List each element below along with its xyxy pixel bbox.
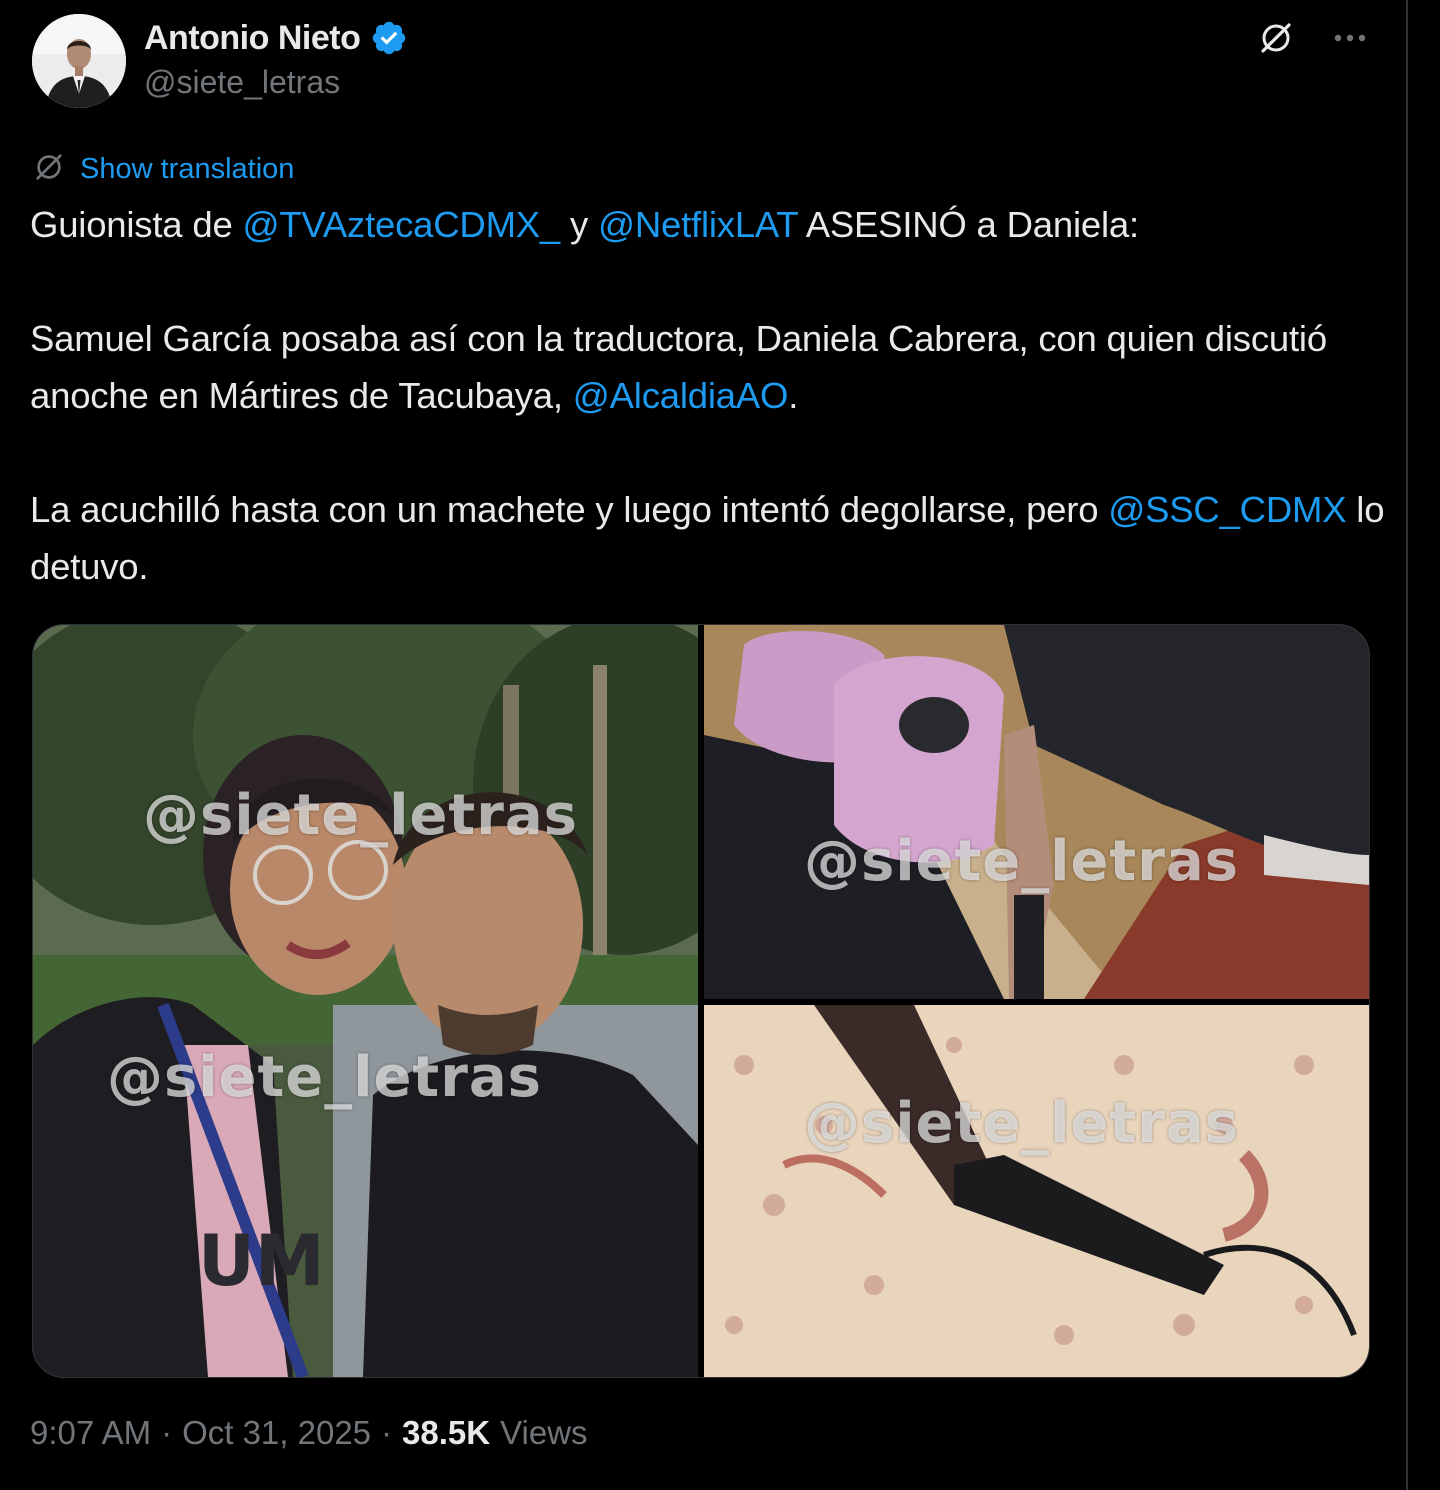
tweet-meta: 9:07 AM · Oct 31, 2025 · 38.5K Views: [30, 1414, 588, 1452]
media-photo-knife-slippers[interactable]: @siete_letras: [704, 625, 1369, 999]
tweet-text-span: Guionista de: [30, 204, 243, 245]
media-photo-couple[interactable]: UM @siete_letras @siete_letras: [33, 625, 698, 1377]
views-label: Views: [500, 1414, 588, 1451]
svg-text:UM: UM: [198, 1220, 325, 1302]
grok-icon[interactable]: [1256, 18, 1296, 63]
mention-link[interactable]: @TVAztecaCDMX_: [242, 204, 560, 245]
avatar[interactable]: [32, 14, 126, 108]
views-count: 38.5K: [402, 1414, 491, 1451]
watermark-text: @siete_letras: [107, 1045, 542, 1110]
media-photo-machete[interactable]: @siete_letras: [704, 1005, 1369, 1377]
tweet-actions-top: [1256, 18, 1370, 63]
tweet-date[interactable]: Oct 31, 2025: [182, 1414, 371, 1452]
author-handle[interactable]: @siete_letras: [144, 64, 340, 101]
verified-badge-icon[interactable]: [370, 19, 408, 57]
media-grid: UM @siete_letras @siete_letras @siete_le…: [32, 624, 1370, 1378]
tweet-text-span: La acuchilló hasta con un machete y lueg…: [30, 489, 1109, 530]
more-icon[interactable]: [1330, 18, 1370, 63]
meta-separator: ·: [381, 1414, 393, 1451]
watermark-text: @siete_letras: [804, 1091, 1239, 1156]
tweet-text-span: y: [560, 204, 598, 245]
mention-link[interactable]: @SSC_CDMX: [1108, 489, 1346, 530]
watermark-text: @siete_letras: [804, 829, 1239, 894]
tweet-paragraph: Samuel García posaba así con la traducto…: [30, 310, 1390, 424]
tweet-text: Guionista de @TVAztecaCDMX_ y @NetflixLA…: [30, 196, 1390, 595]
tweet-paragraph: La acuchilló hasta con un machete y lueg…: [30, 481, 1390, 595]
author-name-row[interactable]: Antonio Nieto: [144, 16, 408, 60]
tweet-paragraph: Guionista de @TVAztecaCDMX_ y @NetflixLA…: [30, 196, 1390, 253]
tweet-text-span: .: [788, 375, 799, 416]
mention-link[interactable]: @NetflixLAT: [598, 204, 798, 245]
meta-separator: ·: [161, 1414, 173, 1451]
tweet-time[interactable]: 9:07 AM: [30, 1414, 151, 1452]
timeline-border: [1406, 0, 1408, 1490]
show-translation-label[interactable]: Show translation: [80, 153, 294, 186]
translate-icon: [32, 150, 66, 189]
avatar-image: [32, 14, 126, 108]
tweet-text-span: ASESINÓ a Daniela:: [797, 204, 1139, 245]
mention-link[interactable]: @AlcaldiaAO: [573, 375, 789, 416]
show-translation-link[interactable]: Show translation: [32, 150, 294, 189]
watermark-text: @siete_letras: [143, 783, 578, 848]
author-name[interactable]: Antonio Nieto: [144, 19, 361, 58]
